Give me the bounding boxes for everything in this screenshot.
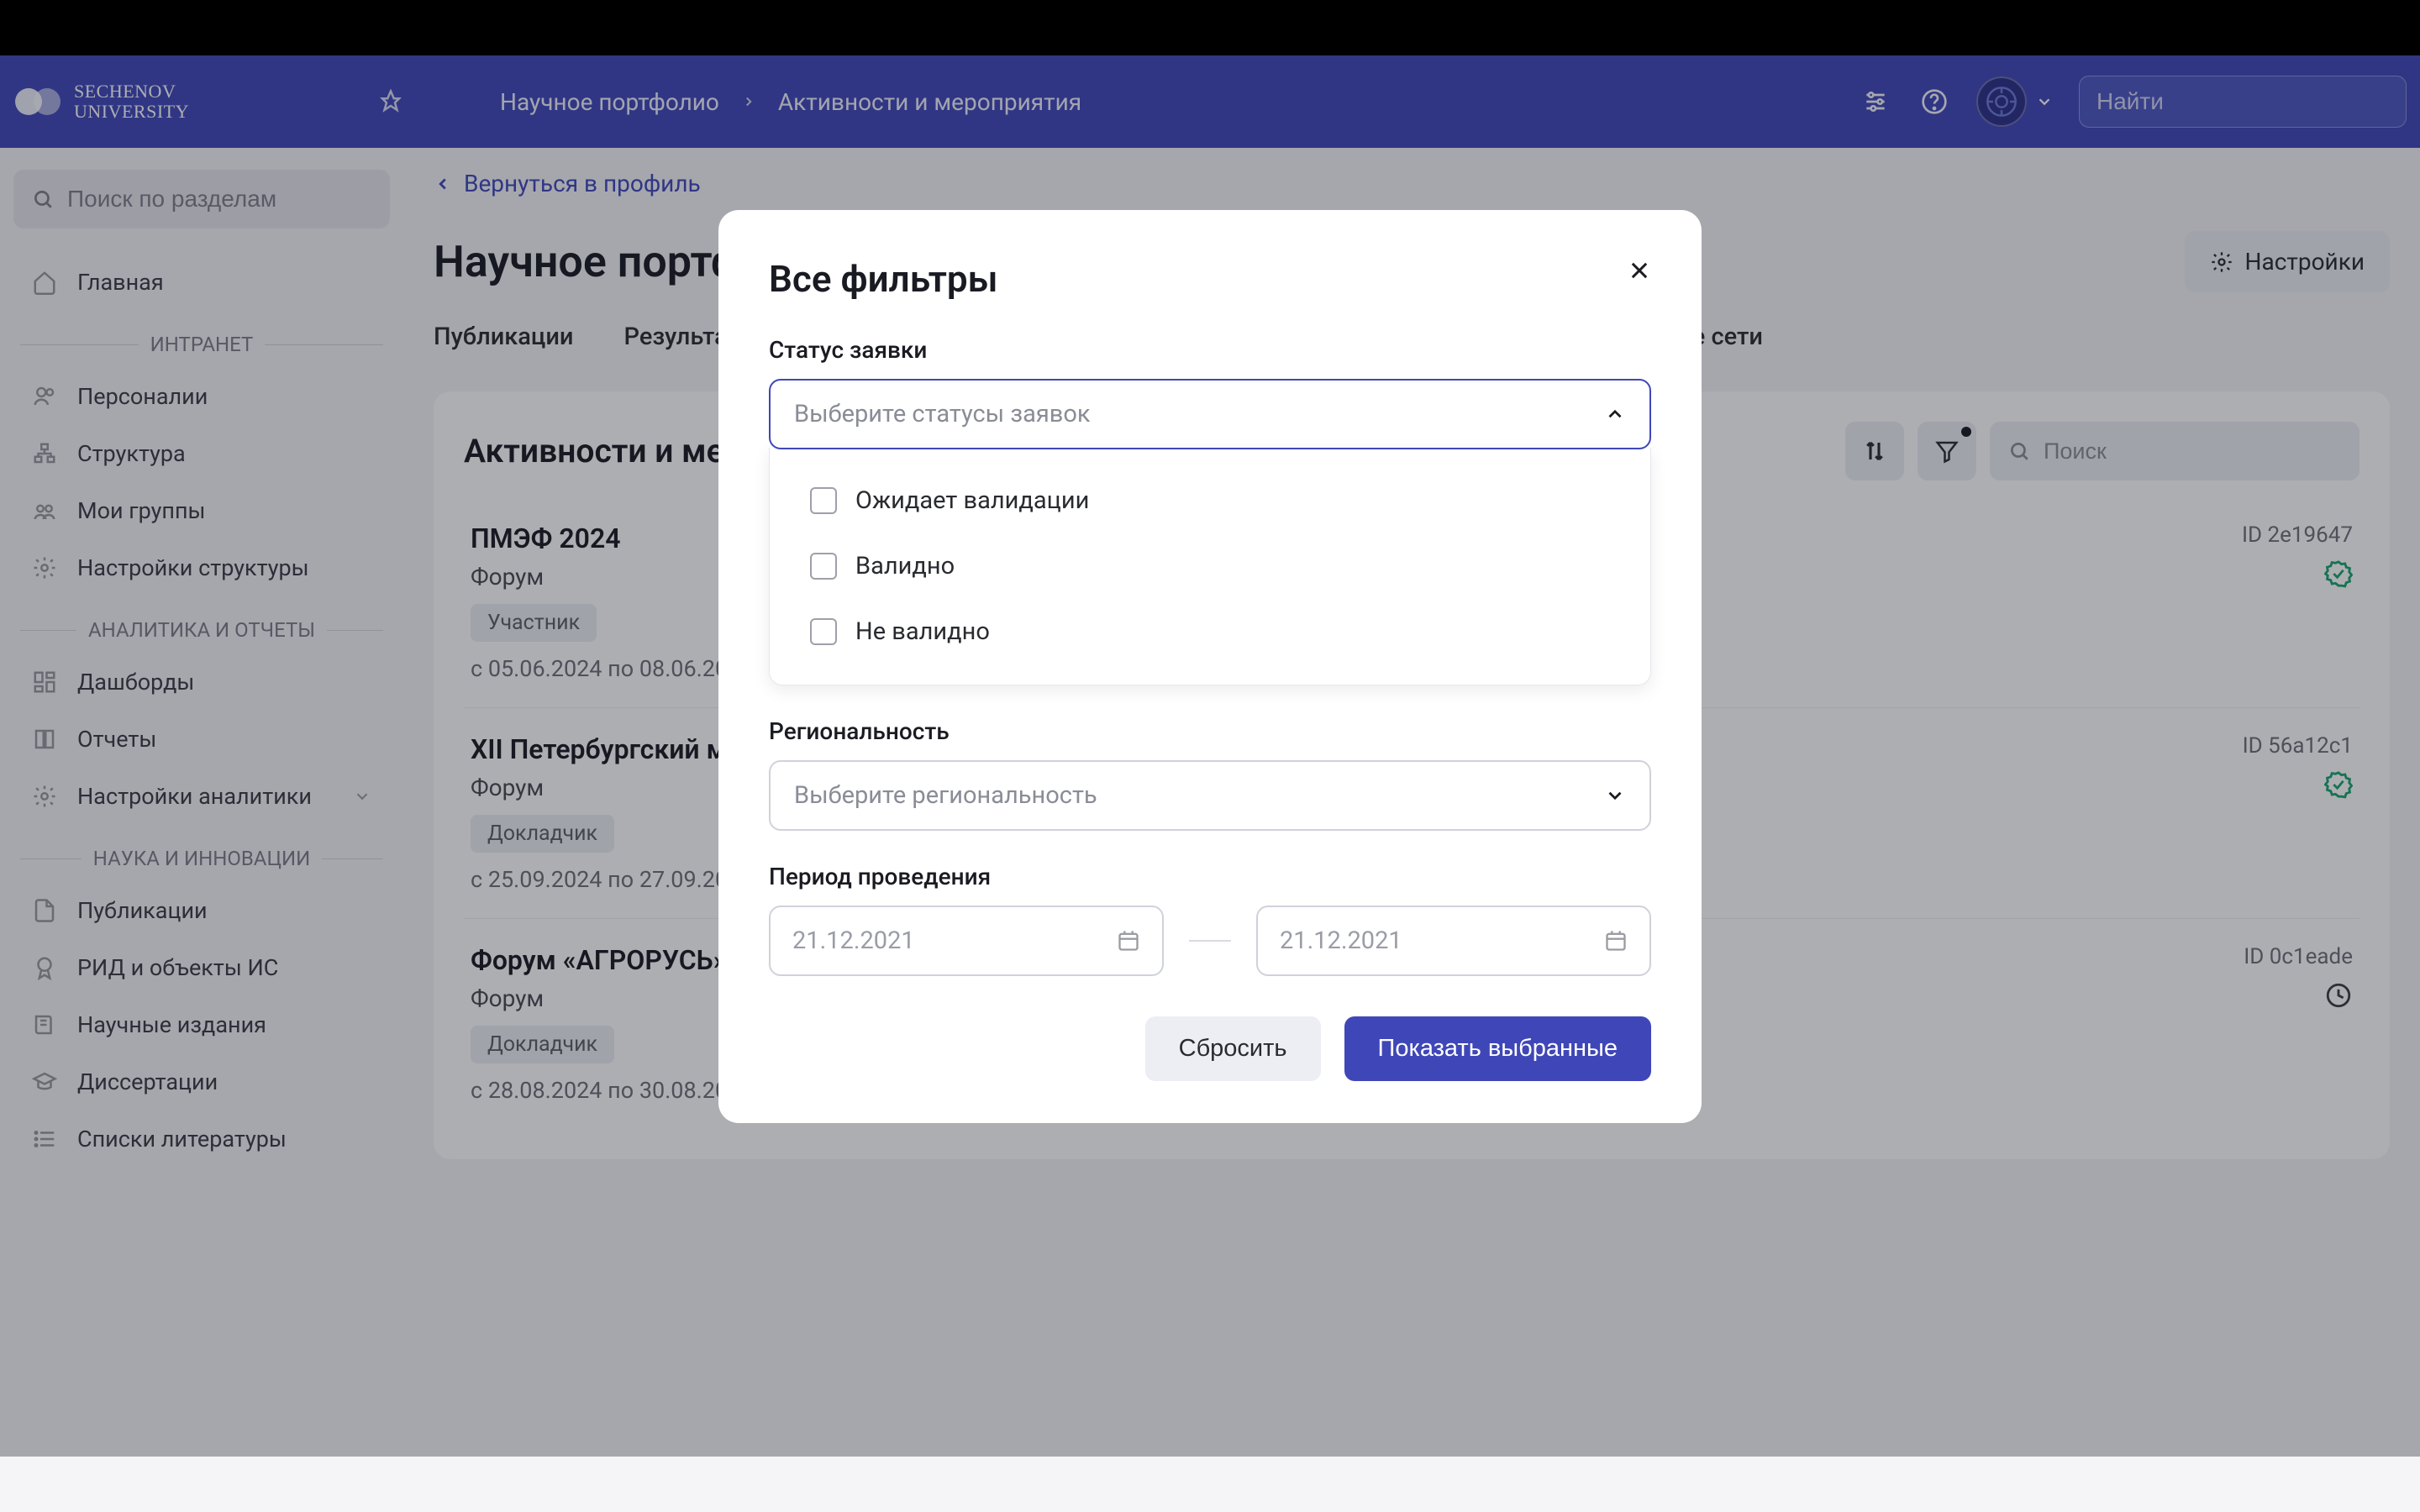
- status-dropdown: Ожидает валидации Валидно Не валидно: [769, 448, 1651, 685]
- modal-overlay[interactable]: Все фильтры Статус заявки Выберите стату…: [0, 55, 2420, 1457]
- status-option-invalid[interactable]: Не валидно: [770, 599, 1650, 664]
- checkbox-icon: [810, 618, 837, 645]
- date-from-input[interactable]: 21.12.2021: [769, 906, 1164, 976]
- region-select[interactable]: Выберите региональность: [769, 760, 1651, 831]
- apply-button[interactable]: Показать выбранные: [1344, 1016, 1651, 1081]
- close-button[interactable]: [1628, 259, 1651, 286]
- chevron-up-icon: [1604, 403, 1626, 425]
- period-label: Период проведения: [769, 863, 1651, 890]
- filters-modal: Все фильтры Статус заявки Выберите стату…: [718, 210, 1702, 1123]
- close-icon: [1628, 259, 1651, 282]
- status-option-pending[interactable]: Ожидает валидации: [770, 468, 1650, 533]
- region-label: Региональность: [769, 717, 1651, 745]
- status-label: Статус заявки: [769, 336, 1651, 364]
- calendar-icon: [1604, 929, 1628, 953]
- modal-title: Все фильтры: [769, 257, 1651, 301]
- checkbox-icon: [810, 487, 837, 514]
- calendar-icon: [1117, 929, 1140, 953]
- date-to-input[interactable]: 21.12.2021: [1256, 906, 1651, 976]
- checkbox-icon: [810, 553, 837, 580]
- status-select[interactable]: Выберите статусы заявок: [769, 379, 1651, 449]
- reset-button[interactable]: Сбросить: [1145, 1016, 1321, 1081]
- date-separator: [1189, 940, 1231, 942]
- status-option-valid[interactable]: Валидно: [770, 533, 1650, 599]
- chevron-down-icon: [1604, 785, 1626, 806]
